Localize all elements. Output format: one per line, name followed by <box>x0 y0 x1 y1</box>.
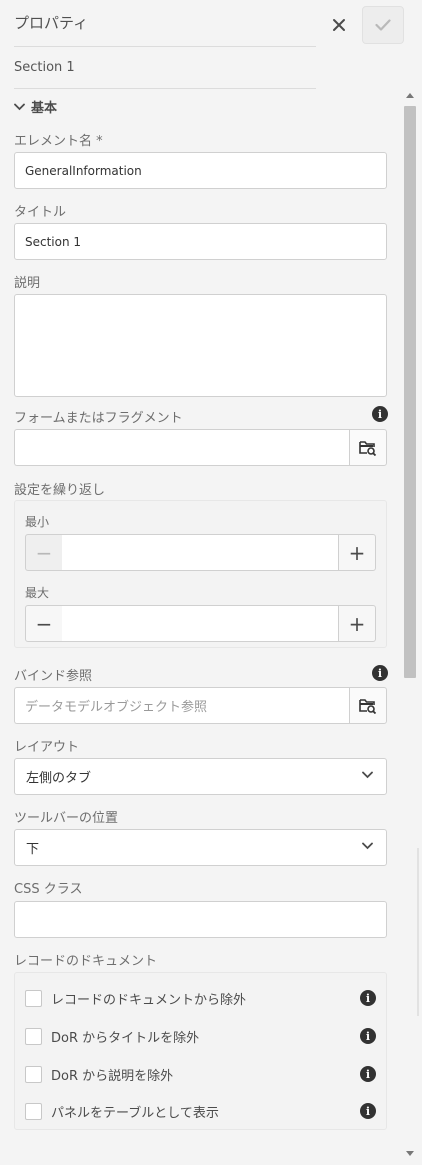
scroll-down-arrow-icon[interactable] <box>406 1151 414 1156</box>
close-button[interactable] <box>324 10 354 40</box>
description-label: 説明 <box>14 276 41 291</box>
toolbar-position-select[interactable]: 下 <box>14 829 387 866</box>
panel-title: プロパティ <box>14 14 89 32</box>
min-decrement-button[interactable]: − <box>25 534 63 571</box>
breadcrumb-divider <box>14 88 316 89</box>
info-icon[interactable]: i <box>360 990 376 1006</box>
layout-select[interactable]: 左側のタブ <box>14 758 387 795</box>
info-icon[interactable]: i <box>372 406 388 422</box>
max-label: 最大 <box>25 586 50 600</box>
scrollbar-thumb[interactable] <box>404 106 416 678</box>
dor-option-row: レコードのドキュメントから除外 i <box>25 986 377 1010</box>
properties-header: プロパティ <box>0 0 422 48</box>
exclude-title-from-dor-checkbox[interactable] <box>25 1027 42 1045</box>
exclude-from-dor-checkbox[interactable] <box>25 989 42 1007</box>
info-icon[interactable]: i <box>360 1103 376 1119</box>
dor-option-row: パネルをテーブルとして表示 i <box>25 1099 377 1123</box>
secondary-scrollbar <box>417 848 419 1016</box>
dor-option-row: DoR から説明を除外 i <box>25 1062 377 1086</box>
css-class-input[interactable] <box>14 901 387 938</box>
checkbox-label: パネルをテーブルとして表示 <box>51 1105 219 1121</box>
done-button[interactable] <box>362 6 404 44</box>
checkbox-label: DoR から説明を除外 <box>51 1068 174 1084</box>
layout-label: レイアウト <box>14 740 80 755</box>
breadcrumb: Section 1 <box>14 60 75 75</box>
fragment-browse-button[interactable] <box>349 429 387 466</box>
title-label: タイトル <box>14 205 67 220</box>
dor-option-row: DoR からタイトルを除外 i <box>25 1024 377 1048</box>
chevron-down-icon <box>14 103 25 110</box>
section-label: 基本 <box>31 101 58 116</box>
basic-section-toggle[interactable]: 基本 <box>14 97 57 116</box>
exclude-description-from-dor-checkbox[interactable] <box>25 1065 42 1083</box>
info-icon[interactable]: i <box>360 1066 376 1082</box>
toolbar-position-label: ツールバーの位置 <box>14 811 119 826</box>
header-divider <box>14 46 316 47</box>
description-textarea[interactable] <box>14 294 387 397</box>
title-input[interactable]: Section 1 <box>14 223 387 260</box>
element-name-label: エレメント名 * <box>14 134 103 149</box>
chevron-down-icon <box>362 842 373 850</box>
folder-search-icon <box>359 698 377 714</box>
fragment-label: フォームまたはフラグメント <box>14 411 183 426</box>
layout-select-value: 左側のタブ <box>26 771 92 786</box>
repeat-label: 設定を繰り返し <box>14 483 106 498</box>
close-icon <box>333 19 345 31</box>
checkmark-icon <box>375 19 391 31</box>
element-name-input[interactable]: GeneralInformation <box>14 152 387 189</box>
checkbox-label: レコードのドキュメントから除外 <box>51 992 247 1008</box>
bind-ref-browse-button[interactable] <box>349 687 387 724</box>
fragment-input[interactable] <box>14 429 349 466</box>
folder-search-icon <box>359 440 377 456</box>
display-panel-as-table-checkbox[interactable] <box>25 1102 42 1120</box>
chevron-down-icon <box>362 771 373 779</box>
min-increment-button[interactable]: + <box>338 534 376 571</box>
css-class-label: CSS クラス <box>14 882 83 897</box>
bind-ref-label: バインド参照 <box>14 669 93 684</box>
bind-ref-input[interactable]: データモデルオブジェクト参照 <box>14 687 349 724</box>
info-icon[interactable]: i <box>360 1028 376 1044</box>
scroll-up-arrow-icon[interactable] <box>406 93 414 98</box>
min-input[interactable] <box>62 534 339 571</box>
dor-label: レコードのドキュメント <box>14 954 158 969</box>
checkbox-label: DoR からタイトルを除外 <box>51 1030 200 1046</box>
toolbar-position-value: 下 <box>26 842 40 857</box>
max-increment-button[interactable]: + <box>338 605 376 642</box>
max-input[interactable] <box>62 605 339 642</box>
min-label: 最小 <box>25 515 50 529</box>
info-icon[interactable]: i <box>372 665 388 681</box>
max-decrement-button[interactable]: − <box>25 605 63 642</box>
